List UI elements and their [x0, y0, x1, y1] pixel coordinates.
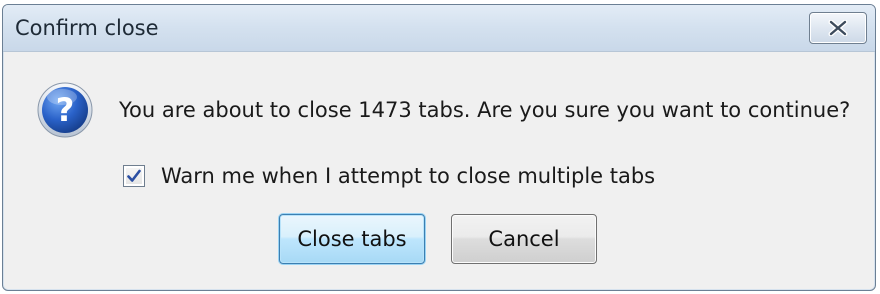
close-icon	[828, 20, 848, 36]
svg-text:?: ?	[56, 91, 75, 129]
checkmark-icon	[127, 169, 141, 182]
confirm-close-dialog: Confirm close ? You are about to close 1…	[2, 4, 876, 291]
dialog-content: ? You are about to close 1473 tabs. Are …	[3, 52, 875, 290]
warn-checkbox[interactable]	[123, 165, 145, 187]
warn-checkbox-row[interactable]: Warn me when I attempt to close multiple…	[123, 164, 655, 188]
dialog-title: Confirm close	[15, 16, 159, 40]
dialog-message: You are about to close 1473 tabs. Are yo…	[119, 98, 851, 122]
dialog-close-button[interactable]	[809, 12, 867, 44]
warn-checkbox-label[interactable]: Warn me when I attempt to close multiple…	[161, 164, 655, 188]
question-icon: ?	[37, 82, 93, 138]
close-tabs-button[interactable]: Close tabs	[279, 214, 425, 264]
cancel-button[interactable]: Cancel	[451, 214, 597, 264]
dialog-titlebar: Confirm close	[3, 5, 875, 52]
